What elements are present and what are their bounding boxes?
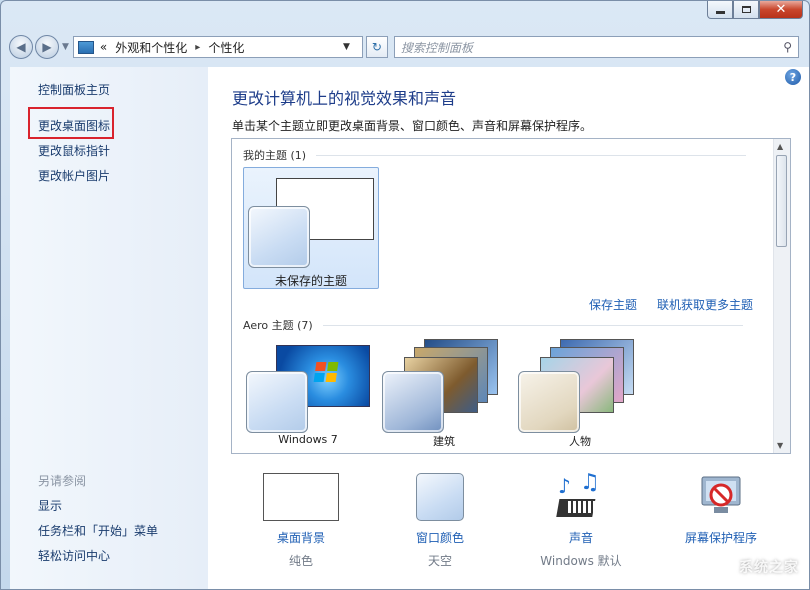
breadcrumb-appearance[interactable]: 外观和个性化 [115,39,187,56]
divider [322,324,743,326]
desktop-background-value: 纯色 [288,554,313,568]
sidebar-home-link[interactable]: 控制面板主页 [38,81,110,98]
theme-label-architecture: 建筑 [433,435,455,448]
theme-color-swatch [248,206,310,268]
maximize-icon [741,6,751,13]
windows-logo-icon [313,362,339,382]
theme-label-unsaved: 未保存的主题 [274,274,347,288]
sounds-label[interactable]: 声音 [526,529,636,546]
breadcrumb-overflow[interactable]: « [100,40,107,54]
sounds-value: Windows 默认 [540,554,622,568]
theme-label-windows7: Windows 7 [278,433,338,446]
caption-buttons: ✕ [707,1,803,19]
recent-pages-dropdown[interactable]: ▼ [62,42,69,52]
theme-label-characters: 人物 [569,435,591,448]
window-color-label[interactable]: 窗口颜色 [385,529,495,546]
main-content: ? 更改计算机上的视觉效果和声音 单击某个主题立即更改桌面背景、窗口颜色、声音和… [208,67,809,589]
my-themes-header: 我的主题 (1) [243,147,747,163]
theme-color-swatch [246,371,308,433]
page-title: 更改计算机上的视觉效果和声音 [232,89,457,108]
theme-color-swatch [518,371,580,433]
breadcrumb-separator-icon[interactable]: ▸ [195,42,200,53]
sidebar-link-desktop-icons[interactable]: 更改桌面图标 [38,117,110,134]
save-theme-link[interactable]: 保存主题 [589,296,637,313]
control-panel-window: ✕ ◀ ▶ ▼ « 外观和个性化 ▸ 个性化 ▼ ↻ 搜索控制面板 ⚲ 控制面板… [0,0,810,590]
theme-tile-unsaved[interactable]: 未保存的主题 [243,167,379,289]
forward-arrow-icon: ▶ [42,40,52,54]
breadcrumb-personalization[interactable]: 个性化 [208,39,244,56]
back-arrow-icon: ◀ [16,40,26,54]
desktop-background-label[interactable]: 桌面背景 [246,529,356,546]
window-color-icon [416,473,464,521]
desktop-background-icon [263,473,339,521]
minimize-button[interactable] [707,1,733,19]
search-box[interactable]: 搜索控制面板 ⚲ [393,36,799,58]
sidebar-link-account-picture[interactable]: 更改帐户图片 [38,167,110,184]
theme-tile-architecture[interactable] [382,335,506,449]
svg-text:♫: ♫ [580,473,600,495]
window-color-setting[interactable]: 窗口颜色 天空 [385,473,495,568]
sounds-setting[interactable]: ♪ ♫ 声音 Windows 默认 [526,470,636,568]
minimize-icon [715,11,725,14]
sidebar: 控制面板主页 更改桌面图标 更改鼠标指针 更改帐户图片 另请参阅 显示 任务栏和… [10,67,208,589]
see-also-taskbar[interactable]: 任务栏和「开始」菜单 [38,522,158,539]
address-dropdown-icon[interactable]: ▼ [343,42,350,52]
address-bar-row: ◀ ▶ ▼ « 外观和个性化 ▸ 个性化 ▼ ↻ 搜索控制面板 ⚲ [9,32,799,62]
svg-text:♪: ♪ [558,474,571,498]
help-icon[interactable]: ? [785,69,801,85]
desktop-background-setting[interactable]: 桌面背景 纯色 [246,473,356,568]
theme-tile-characters[interactable] [518,335,642,449]
close-icon: ✕ [775,2,787,17]
refresh-button[interactable]: ↻ [365,36,388,58]
sidebar-link-mouse-pointer[interactable]: 更改鼠标指针 [38,142,110,159]
get-more-themes-link[interactable]: 联机获取更多主题 [657,296,753,313]
aero-themes-header: Aero 主题 (7) [243,317,743,333]
scroll-down-icon[interactable]: ▼ [777,441,783,450]
screen-saver-icon [698,473,744,519]
scroll-up-icon[interactable]: ▲ [777,142,783,151]
see-also-heading: 另请参阅 [38,474,87,488]
address-bar[interactable]: « 外观和个性化 ▸ 个性化 ▼ [72,36,363,58]
scroll-thumb[interactable] [776,155,787,247]
theme-color-swatch [382,371,444,433]
control-panel-icon [77,40,94,54]
theme-gallery[interactable]: 我的主题 (1) 未保存的主题 保存主题 联机获取更多主题 Aero 主题 (7… [231,138,791,454]
screen-saver-label[interactable]: 屏幕保护程序 [666,529,776,546]
watermark-text: 系统之家 [739,560,799,576]
screen-saver-setting[interactable]: 屏幕保护程序 [666,473,776,545]
window-color-value: 天空 [427,554,452,568]
sounds-icon: ♪ ♫ [556,470,606,521]
see-also-ease-of-access[interactable]: 轻松访问中心 [38,547,110,564]
divider [316,154,747,156]
forward-button[interactable]: ▶ [35,35,59,59]
search-input[interactable]: 搜索控制面板 [401,39,783,56]
gallery-scrollbar[interactable]: ▲ ▼ [773,139,790,453]
see-also-display[interactable]: 显示 [38,497,62,514]
back-button[interactable]: ◀ [9,35,33,59]
page-subtitle: 单击某个主题立即更改桌面背景、窗口颜色、声音和屏幕保护程序。 [232,119,593,133]
refresh-icon: ↻ [371,40,382,54]
aero-themes-header-label: Aero 主题 (7) [243,319,313,332]
maximize-button[interactable] [733,1,759,19]
search-icon[interactable]: ⚲ [783,40,792,54]
close-button[interactable]: ✕ [759,1,803,19]
my-themes-header-label: 我的主题 (1) [243,149,307,162]
